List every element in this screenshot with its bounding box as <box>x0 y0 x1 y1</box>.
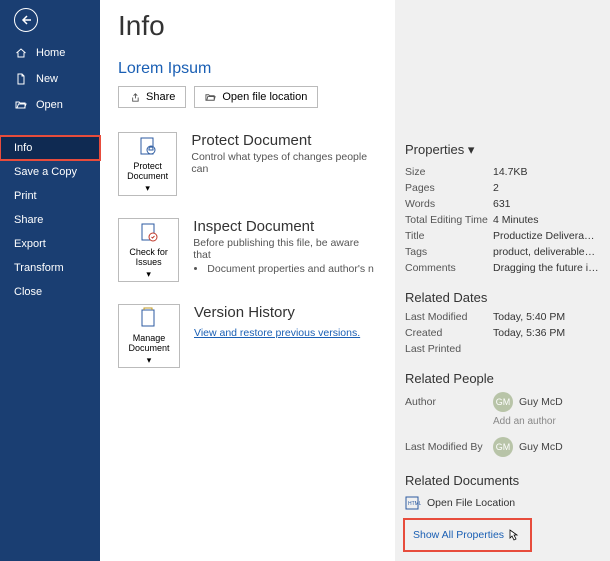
sidebar-item-label: Transform <box>14 262 64 274</box>
sidebar-item-label: Open <box>36 99 63 111</box>
inspect-bullet: Document properties and author's n <box>207 263 377 275</box>
share-icon <box>129 92 140 103</box>
related-people-header: Related People <box>405 371 600 386</box>
prop-tags[interactable]: Tagsproduct, deliverables, opti… <box>405 244 600 260</box>
page-title: Info <box>118 10 377 42</box>
info-main: Info Lorem Ipsum Share Open file locatio… <box>100 0 395 561</box>
protect-document-tile[interactable]: Protect Document ▾ <box>118 132 177 196</box>
chevron-down-icon: ▾ <box>145 183 150 194</box>
inspect-document-title: Inspect Document <box>193 218 377 235</box>
last-modified-by-row: Last Modified By GM Guy McD <box>405 435 600 459</box>
html-file-icon: HTML <box>405 496 421 510</box>
related-documents-header: Related Documents <box>405 473 600 488</box>
sidebar-item-label: Export <box>14 238 46 250</box>
home-icon <box>14 46 28 60</box>
document-title: Lorem Ipsum <box>118 60 377 78</box>
inspect-document-desc: Before publishing this file, be aware th… <box>193 237 377 261</box>
sidebar-item-label: Share <box>14 214 43 226</box>
prop-size: Size14.7KB <box>405 164 600 180</box>
avatar: GM <box>493 437 513 457</box>
sidebar-item-info[interactable]: Info <box>0 136 100 160</box>
back-button[interactable] <box>14 8 38 32</box>
new-doc-icon <box>14 72 28 86</box>
chevron-down-icon: ▾ <box>468 142 475 157</box>
prop-last-modified: Last ModifiedToday, 5:40 PM <box>405 309 600 325</box>
related-dates-header: Related Dates <box>405 290 600 305</box>
version-history-title: Version History <box>194 304 360 321</box>
version-history-link[interactable]: View and restore previous versions. <box>194 327 360 339</box>
sidebar-item-export[interactable]: Export <box>0 232 100 256</box>
prop-comments[interactable]: CommentsDragging the future into n… <box>405 260 600 276</box>
svg-text:HTML: HTML <box>408 501 421 507</box>
author-row: Author GM Guy McD <box>405 390 600 414</box>
chevron-down-icon: ▾ <box>147 355 152 366</box>
manage-document-icon <box>136 307 162 331</box>
share-button[interactable]: Share <box>118 86 186 108</box>
properties-panel: Properties ▾ Size14.7KB Pages2 Words631 … <box>395 0 610 561</box>
show-all-properties-link[interactable]: Show All Properties <box>409 522 526 548</box>
sidebar-item-new[interactable]: New <box>0 66 100 92</box>
protect-document-desc: Control what types of changes people can <box>191 151 377 175</box>
prop-created: CreatedToday, 5:36 PM <box>405 325 600 341</box>
add-author-link[interactable]: Add an author <box>405 416 600 427</box>
properties-header[interactable]: Properties ▾ <box>405 142 600 158</box>
prop-words: Words631 <box>405 196 600 212</box>
prop-last-printed: Last Printed <box>405 341 600 357</box>
folder-open-icon <box>14 98 28 112</box>
sidebar-item-open[interactable]: Open <box>0 92 100 118</box>
sidebar-item-label: Info <box>14 142 32 154</box>
sidebar-item-close[interactable]: Close <box>0 280 100 304</box>
prop-title[interactable]: TitleProductize Deliverables <box>405 228 600 244</box>
prop-edit-time: Total Editing Time4 Minutes <box>405 212 600 228</box>
sidebar-item-print[interactable]: Print <box>0 184 100 208</box>
chevron-down-icon: ▾ <box>146 269 151 280</box>
sidebar-item-label: New <box>36 73 58 85</box>
sidebar-item-label: Print <box>14 190 37 202</box>
sidebar-item-share[interactable]: Share <box>0 208 100 232</box>
sidebar-item-transform[interactable]: Transform <box>0 256 100 280</box>
check-issues-tile[interactable]: Check for Issues ▾ <box>118 218 179 282</box>
lock-document-icon <box>135 135 161 159</box>
cursor-icon <box>508 528 522 542</box>
folder-open-icon <box>205 92 216 103</box>
arrow-left-icon <box>20 14 32 26</box>
sidebar-item-label: Home <box>36 47 65 59</box>
open-file-location-link[interactable]: HTML Open File Location <box>405 492 600 514</box>
protect-document-title: Protect Document <box>191 132 377 149</box>
inspect-document-icon <box>136 221 162 245</box>
sidebar-item-label: Save a Copy <box>14 166 77 178</box>
sidebar-item-save-copy[interactable]: Save a Copy <box>0 160 100 184</box>
open-file-location-button[interactable]: Open file location <box>194 86 318 108</box>
sidebar-item-home[interactable]: Home <box>0 40 100 66</box>
manage-document-tile[interactable]: Manage Document ▾ <box>118 304 180 368</box>
prop-pages: Pages2 <box>405 180 600 196</box>
avatar: GM <box>493 392 513 412</box>
backstage-sidebar: Home New Open Info Save a Copy Print Sha… <box>0 0 100 561</box>
sidebar-item-label: Close <box>14 286 42 298</box>
